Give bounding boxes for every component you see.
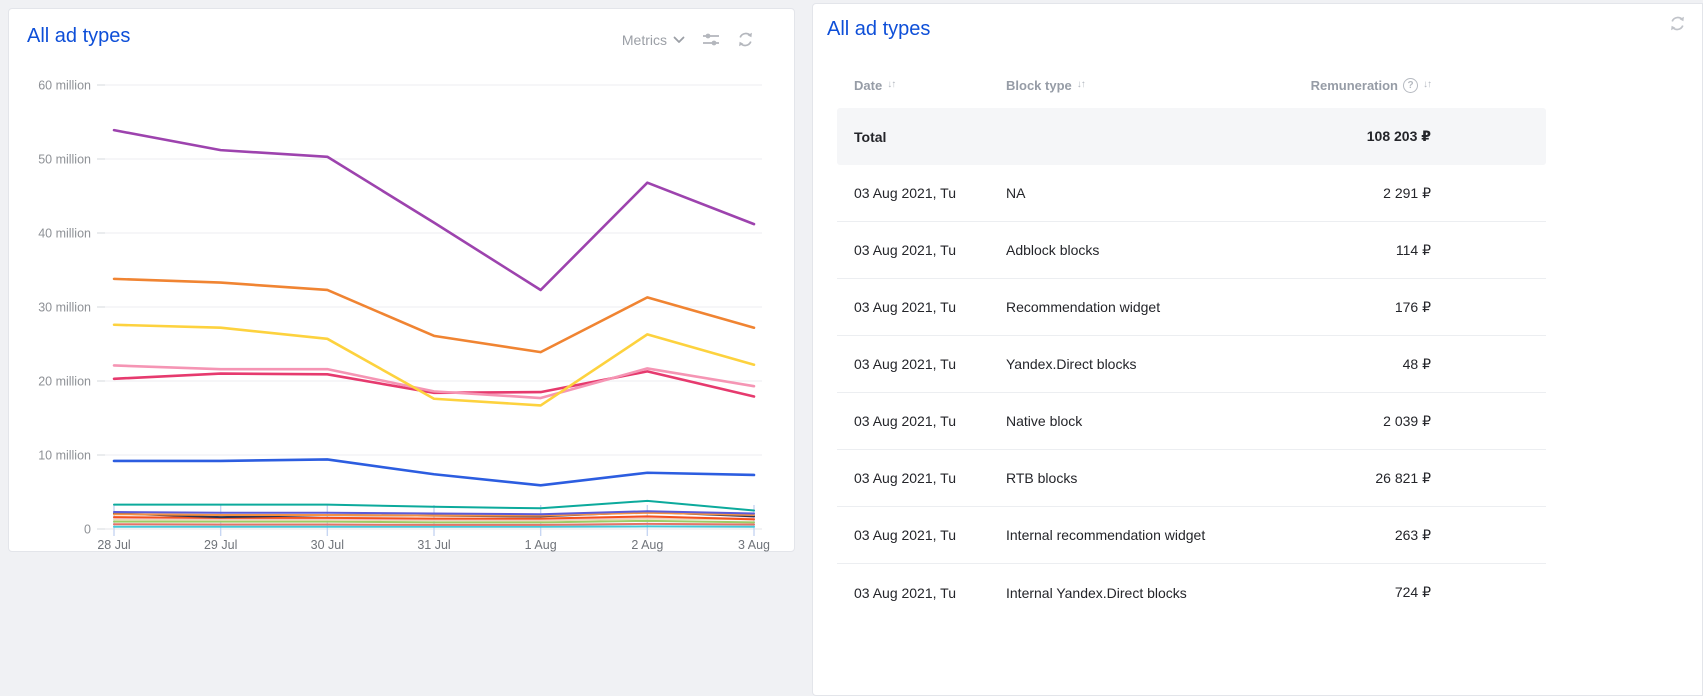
cell-block-type: Recommendation widget <box>1006 299 1281 315</box>
cell-date: 03 Aug 2021, Tu <box>854 527 1006 543</box>
table-row: 03 Aug 2021, TuYandex.Direct blocks48 ₽ <box>837 336 1546 393</box>
chart-series-crimson <box>114 371 754 396</box>
table-row: 03 Aug 2021, TuRTB blocks26 821 ₽ <box>837 450 1546 507</box>
column-header-block-type-label: Block type <box>1006 78 1072 93</box>
cell-remuneration: 263 ₽ <box>1281 527 1431 544</box>
cell-remuneration: 114 ₽ <box>1281 242 1431 259</box>
chart-series-purple <box>114 130 754 290</box>
cell-block-type: Yandex.Direct blocks <box>1006 356 1281 372</box>
x-axis-label: 31 Jul <box>417 538 450 552</box>
table-row: 03 Aug 2021, TuRecommendation widget176 … <box>837 279 1546 336</box>
cell-remuneration: 176 ₽ <box>1281 299 1431 316</box>
cell-date: 03 Aug 2021, Tu <box>854 299 1006 315</box>
cell-remuneration: 48 ₽ <box>1281 356 1431 373</box>
column-header-date[interactable]: Date ↓↑ <box>854 78 1006 93</box>
x-axis-label: 1 Aug <box>525 538 557 552</box>
table-refresh-button[interactable] <box>1669 15 1686 32</box>
table-card: All ad types Date ↓↑ Block type ↓↑ Remun… <box>812 3 1703 696</box>
x-axis-label: 30 Jul <box>311 538 344 552</box>
cell-date: 03 Aug 2021, Tu <box>854 242 1006 258</box>
cell-block-type: Native block <box>1006 413 1281 429</box>
y-axis-label: 30 million <box>38 301 91 315</box>
data-table: Date ↓↑ Block type ↓↑ Remuneration ? ↓↑ … <box>837 62 1546 621</box>
x-axis-label: 29 Jul <box>204 538 237 552</box>
chart-refresh-button[interactable] <box>737 31 754 48</box>
column-header-date-label: Date <box>854 78 882 93</box>
metrics-dropdown-label: Metrics <box>622 32 667 48</box>
cell-remuneration: 2 291 ₽ <box>1281 185 1431 202</box>
line-chart: 60 million 50 million 40 million 30 million… <box>9 9 796 553</box>
x-axis-label: 3 Aug <box>738 538 770 552</box>
chart-title: All ad types <box>27 25 130 48</box>
cell-block-type: Internal recommendation widget <box>1006 527 1281 543</box>
sort-icon[interactable]: ↓↑ <box>1423 80 1431 90</box>
chevron-down-icon <box>673 36 685 44</box>
help-icon[interactable]: ? <box>1403 78 1418 93</box>
cell-block-type: Internal Yandex.Direct blocks <box>1006 585 1281 601</box>
cell-remuneration: 2 039 ₽ <box>1281 413 1431 430</box>
sort-icon[interactable]: ↓↑ <box>1077 80 1085 90</box>
table-total-row: Total 108 203 ₽ <box>837 108 1546 165</box>
y-axis-label: 40 million <box>38 227 91 241</box>
total-value: 108 203 ₽ <box>1281 128 1431 145</box>
table-header-row: Date ↓↑ Block type ↓↑ Remuneration ? ↓↑ <box>837 62 1546 108</box>
column-header-block-type[interactable]: Block type ↓↑ <box>1006 78 1281 93</box>
table-body: 03 Aug 2021, TuNA2 291 ₽03 Aug 2021, TuA… <box>837 165 1546 621</box>
y-axis-label: 0 <box>84 523 91 537</box>
chart-controls: Metrics <box>622 31 754 48</box>
cell-date: 03 Aug 2021, Tu <box>854 185 1006 201</box>
y-axis-label: 60 million <box>38 79 91 93</box>
cell-remuneration: 26 821 ₽ <box>1281 470 1431 487</box>
column-header-remuneration[interactable]: Remuneration ? ↓↑ <box>1281 78 1431 93</box>
table-title: All ad types <box>827 18 930 41</box>
refresh-icon <box>737 31 754 48</box>
cell-block-type: RTB blocks <box>1006 470 1281 486</box>
cell-date: 03 Aug 2021, Tu <box>854 413 1006 429</box>
y-axis-label: 50 million <box>38 153 91 167</box>
table-row: 03 Aug 2021, TuNA2 291 ₽ <box>837 165 1546 222</box>
sort-icon[interactable]: ↓↑ <box>887 80 895 90</box>
table-row: 03 Aug 2021, TuNative block2 039 ₽ <box>837 393 1546 450</box>
cell-date: 03 Aug 2021, Tu <box>854 585 1006 601</box>
sliders-icon <box>702 32 720 47</box>
x-axis-label: 2 Aug <box>631 538 663 552</box>
y-axis-label: 10 million <box>38 449 91 463</box>
cell-block-type: Adblock blocks <box>1006 242 1281 258</box>
refresh-icon <box>1669 15 1686 32</box>
metrics-dropdown[interactable]: Metrics <box>622 32 685 48</box>
table-row: 03 Aug 2021, TuInternal Yandex.Direct bl… <box>837 564 1546 621</box>
cell-date: 03 Aug 2021, Tu <box>854 470 1006 486</box>
cell-date: 03 Aug 2021, Tu <box>854 356 1006 372</box>
chart-series-salmon <box>114 524 754 525</box>
cell-block-type: NA <box>1006 185 1281 201</box>
y-axis-label: 20 million <box>38 375 91 389</box>
column-header-remuneration-label: Remuneration <box>1311 78 1398 93</box>
chart-series-orange <box>114 279 754 352</box>
total-label: Total <box>854 129 1006 145</box>
x-axis-label: 28 Jul <box>97 538 130 552</box>
chart-series-blue <box>114 459 754 485</box>
chart-card: 60 million 50 million 40 million 30 million… <box>8 8 795 552</box>
cell-remuneration: 724 ₽ <box>1281 584 1431 601</box>
table-row: 03 Aug 2021, TuAdblock blocks114 ₽ <box>837 222 1546 279</box>
chart-settings-button[interactable] <box>702 32 720 47</box>
table-row: 03 Aug 2021, TuInternal recommendation w… <box>837 507 1546 564</box>
